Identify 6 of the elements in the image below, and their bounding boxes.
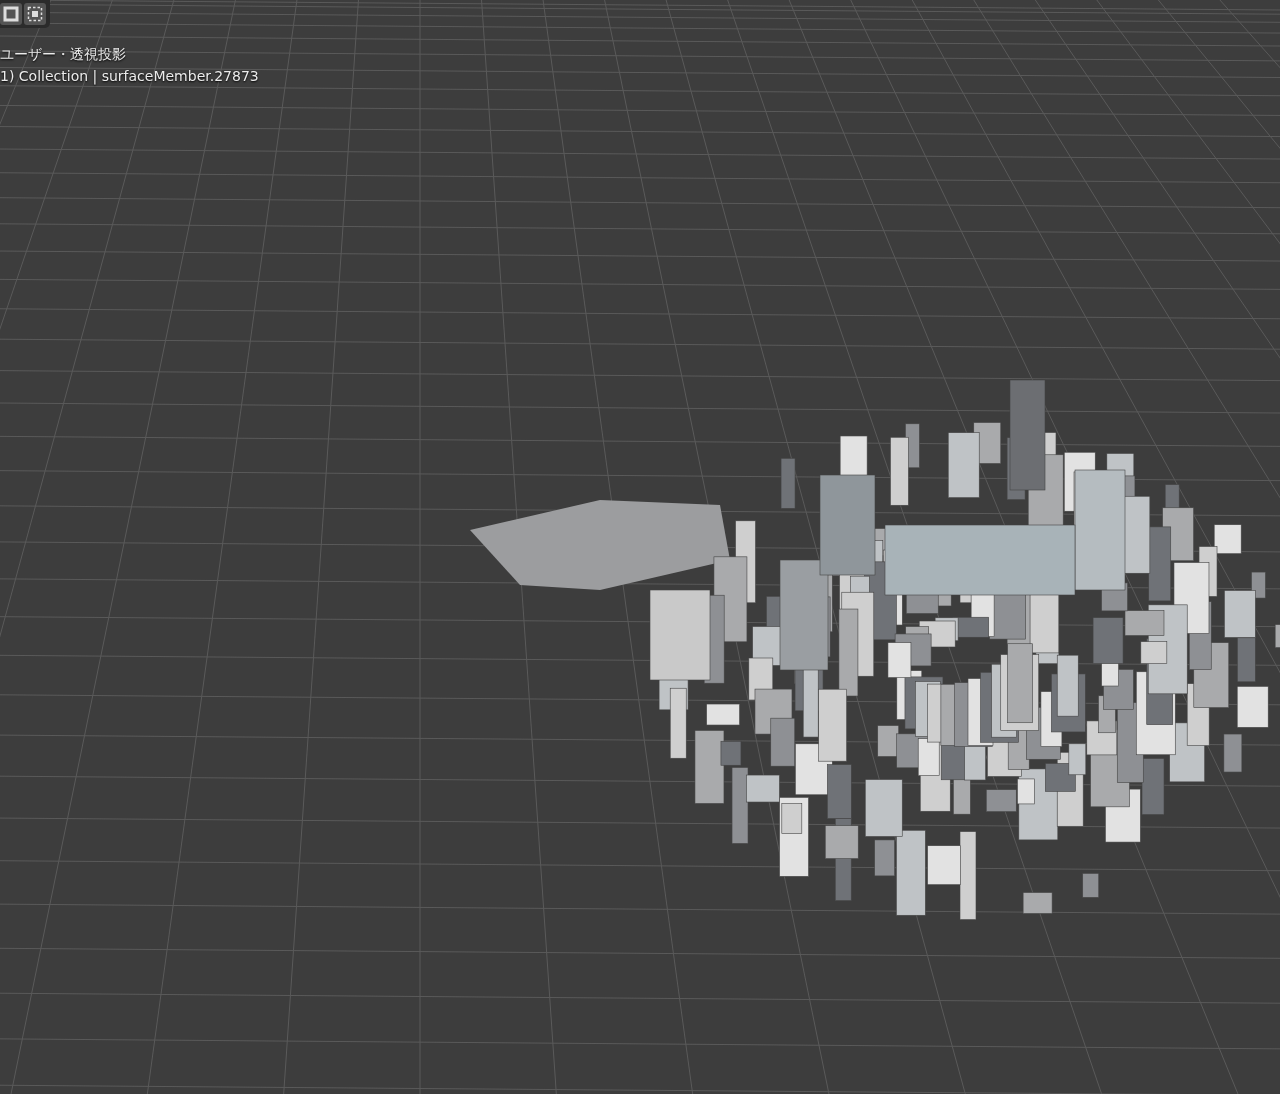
dashed-square-icon [27,6,43,22]
select-button[interactable] [0,3,22,25]
object-info: 1) Collection | surfaceMember.27873 [0,68,259,84]
view-name: ユーザー・透視投影 [0,46,127,64]
square-icon [3,6,19,22]
box-select-button[interactable] [24,3,46,25]
